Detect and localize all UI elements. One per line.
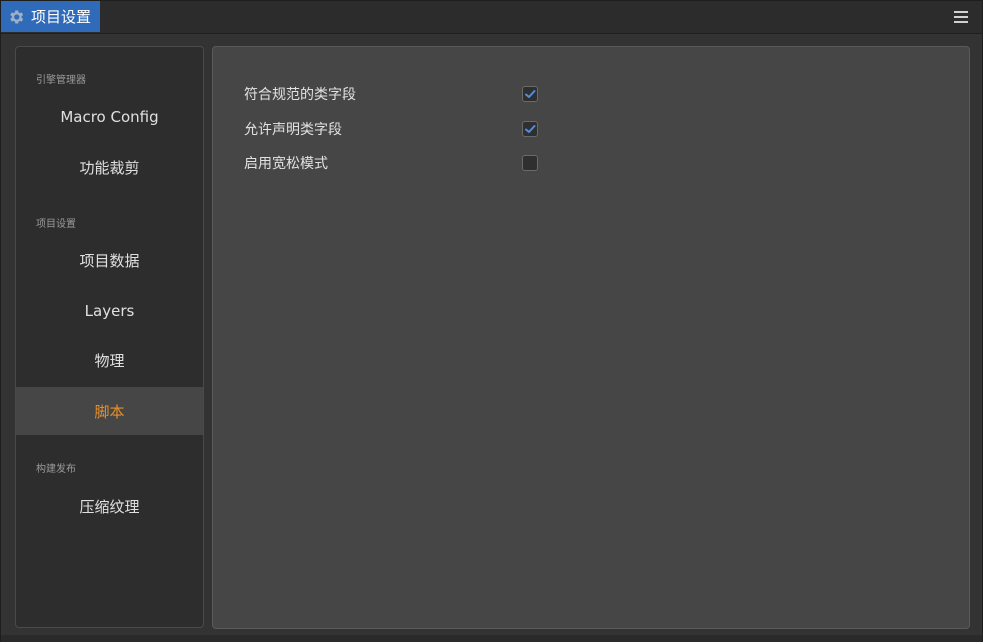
checkmark-icon — [525, 90, 536, 98]
script-settings-panel: 符合规范的类字段 允许声明类字段 启用宽松模式 — [212, 46, 970, 629]
tab-title: 项目设置 — [31, 8, 92, 26]
section-label-build-publish: 构建发布 — [36, 464, 76, 475]
checkbox-loose-mode[interactable] — [522, 155, 538, 171]
checkbox-spec-compliant-class-fields[interactable] — [522, 86, 538, 102]
option-row-loose-mode: 启用宽松模式 — [244, 151, 538, 175]
project-settings-window: 项目设置 引擎管理器 Macro Config 功能裁剪 项目设置 项目数据 L… — [0, 0, 983, 642]
sidebar-item-physics[interactable]: 物理 — [16, 336, 203, 384]
gear-icon — [7, 8, 25, 26]
hamburger-menu-icon[interactable] — [954, 8, 968, 24]
sidebar-item-compressed-texture[interactable]: 压缩纹理 — [16, 482, 203, 530]
section-label-engine-manager: 引擎管理器 — [36, 75, 86, 86]
option-label: 启用宽松模式 — [244, 156, 328, 172]
sidebar-item-macro-config[interactable]: Macro Config — [16, 93, 203, 141]
section-label-project-settings: 项目设置 — [36, 219, 76, 230]
settings-sidebar: 引擎管理器 Macro Config 功能裁剪 项目设置 项目数据 Layers… — [15, 46, 204, 628]
tab-project-settings[interactable]: 项目设置 — [1, 1, 100, 32]
option-row-spec-compliant-class-fields: 符合规范的类字段 — [244, 82, 538, 106]
bottom-strip — [1, 635, 982, 642]
sidebar-item-layers[interactable]: Layers — [16, 287, 203, 335]
title-bar: 项目设置 — [1, 1, 982, 34]
checkmark-icon — [525, 125, 536, 133]
sidebar-item-project-data[interactable]: 项目数据 — [16, 236, 203, 284]
option-row-allow-declare-fields: 允许声明类字段 — [244, 117, 538, 141]
option-label: 符合规范的类字段 — [244, 87, 356, 103]
option-label: 允许声明类字段 — [244, 122, 342, 138]
sidebar-item-script[interactable]: 脚本 — [16, 387, 203, 435]
sidebar-item-feature-crop[interactable]: 功能裁剪 — [16, 143, 203, 191]
checkbox-allow-declare-fields[interactable] — [522, 121, 538, 137]
